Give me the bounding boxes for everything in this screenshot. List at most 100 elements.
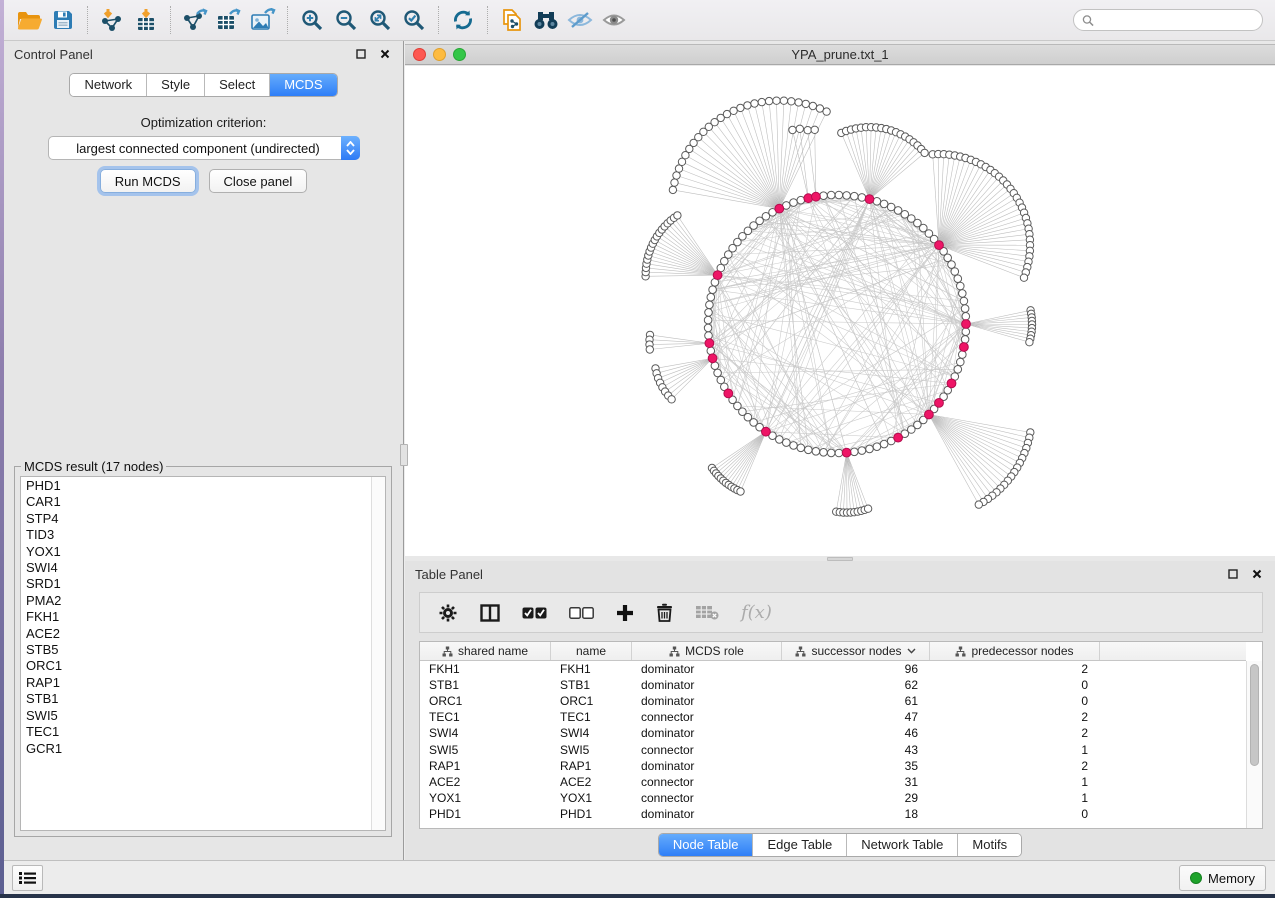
close-table-panel-button[interactable] [1249,566,1265,582]
zoom-fit-button[interactable] [363,4,397,36]
mcds-result-item[interactable]: ACE2 [26,626,371,642]
mcds-result-item[interactable]: TID3 [26,527,371,543]
network-graph[interactable] [405,66,1275,556]
deselect-all-rows-button[interactable] [569,598,594,628]
mcds-result-item[interactable]: SRD1 [26,576,371,592]
tab-node-table[interactable]: Node Table [659,834,753,856]
vertical-splitter[interactable] [400,444,408,466]
plus-icon [616,604,634,622]
window-minimize-button[interactable] [433,48,446,61]
mcds-result-item[interactable]: STB1 [26,691,371,707]
table-row[interactable]: STB1STB1dominator620 [420,677,1246,693]
tab-motifs[interactable]: Motifs [957,834,1021,856]
show-columns-button[interactable] [480,598,500,628]
table-row[interactable]: ACE2ACE2connector311 [420,774,1246,790]
mcds-result-item[interactable]: STP4 [26,511,371,527]
export-network-button[interactable] [178,4,212,36]
search-input[interactable] [1099,13,1254,27]
float-table-panel-button[interactable] [1225,566,1241,582]
mcds-result-item[interactable]: FKH1 [26,609,371,625]
table-row[interactable]: FKH1FKH1dominator962 [420,661,1246,677]
table-cell: connector [632,710,782,724]
tab-mcds[interactable]: MCDS [269,74,336,96]
column-label: predecessor nodes [971,644,1073,658]
table-row[interactable]: RAP1RAP1dominator352 [420,758,1246,774]
table-row[interactable]: SWI5SWI5connector431 [420,741,1246,757]
table-cell: TEC1 [551,710,632,724]
import-table-icon [134,8,158,32]
new-network-from-selection-button[interactable] [495,4,529,36]
mcds-result-item[interactable]: SWI5 [26,708,371,724]
table-cell: SWI4 [551,726,632,740]
table-row[interactable]: YOX1YOX1connector291 [420,790,1246,806]
table-scrollbar-thumb[interactable] [1250,664,1259,766]
window-maximize-button[interactable] [453,48,466,61]
select-all-rows-button[interactable] [522,598,547,628]
show-panel-list-button[interactable] [12,865,43,891]
status-bar: Memory [4,860,1275,894]
mcds-result-item[interactable]: PHD1 [26,478,371,494]
column-header-MCDS-role[interactable]: MCDS role [632,642,782,660]
add-row-button[interactable] [616,598,634,628]
save-session-button[interactable] [46,4,80,36]
mcds-result-item[interactable]: STB5 [26,642,371,658]
hide-selected-button[interactable] [563,4,597,36]
mcds-result-item[interactable]: PMA2 [26,593,371,609]
right-pane: YPA_prune.txt_1 Table Panel f(x) shared … [405,41,1275,860]
delete-row-button[interactable] [656,598,673,628]
tab-edge-table[interactable]: Edge Table [752,834,846,856]
mcds-result-item[interactable]: SWI4 [26,560,371,576]
zoom-selected-button[interactable] [397,4,431,36]
network-view-canvas[interactable] [405,66,1275,556]
table-row[interactable]: PHD1PHD1dominator180 [420,806,1246,822]
tab-select[interactable]: Select [204,74,269,96]
table-scrollbar[interactable] [1246,661,1262,828]
criterion-select[interactable]: largest connected component (undirected) [48,136,360,160]
mcds-list-scrollbar[interactable] [371,477,385,830]
column-header-predecessor-nodes[interactable]: predecessor nodes [930,642,1100,660]
table-row[interactable]: TEC1TEC1connector472 [420,709,1246,725]
network-window-titlebar[interactable]: YPA_prune.txt_1 [405,44,1275,65]
export-image-button[interactable] [246,4,280,36]
export-table-button[interactable] [212,4,246,36]
open-file-button[interactable] [12,4,46,36]
table-cell: dominator [632,694,782,708]
select-first-neighbors-button[interactable] [529,4,563,36]
tab-network[interactable]: Network [70,74,146,96]
memory-button[interactable]: Memory [1179,865,1266,891]
tab-style[interactable]: Style [146,74,204,96]
import-network-button[interactable] [95,4,129,36]
show-all-button[interactable] [597,4,631,36]
search-icon [1082,14,1094,27]
export-table-icon [216,8,242,32]
mcds-result-item[interactable]: CAR1 [26,494,371,510]
mcds-result-item[interactable]: ORC1 [26,658,371,674]
list-icon [19,871,36,885]
close-mcds-panel-button[interactable]: Close panel [209,169,308,193]
mcds-result-list: PHD1CAR1STP4TID3YOX1SWI4SRD1PMA2FKH1ACE2… [21,478,371,830]
column-header-shared-name[interactable]: shared name [420,642,551,660]
run-mcds-button[interactable]: Run MCDS [100,169,196,193]
column-header-name[interactable]: name [551,642,632,660]
refresh-layout-icon [451,8,475,32]
search-field [1073,9,1263,31]
close-panel-button[interactable] [377,46,393,62]
float-panel-button[interactable] [353,46,369,62]
table-settings-button[interactable] [438,598,458,628]
apply-preferred-layout-button[interactable] [446,4,480,36]
zoom-out-button[interactable] [329,4,363,36]
column-header-successor-nodes[interactable]: successor nodes [782,642,930,660]
tab-network-table[interactable]: Network Table [846,834,957,856]
mcds-result-item[interactable]: RAP1 [26,675,371,691]
table-row[interactable]: SWI4SWI4dominator462 [420,725,1246,741]
zoom-in-button[interactable] [295,4,329,36]
trash-icon [656,603,673,622]
table-row[interactable]: ORC1ORC1dominator610 [420,693,1246,709]
delete-table-button[interactable] [695,598,719,628]
mcds-result-item[interactable]: YOX1 [26,544,371,560]
mcds-result-item[interactable]: GCR1 [26,741,371,757]
mcds-result-item[interactable]: TEC1 [26,724,371,740]
function-builder-button[interactable]: f(x) [741,598,772,628]
window-close-button[interactable] [413,48,426,61]
import-table-button[interactable] [129,4,163,36]
